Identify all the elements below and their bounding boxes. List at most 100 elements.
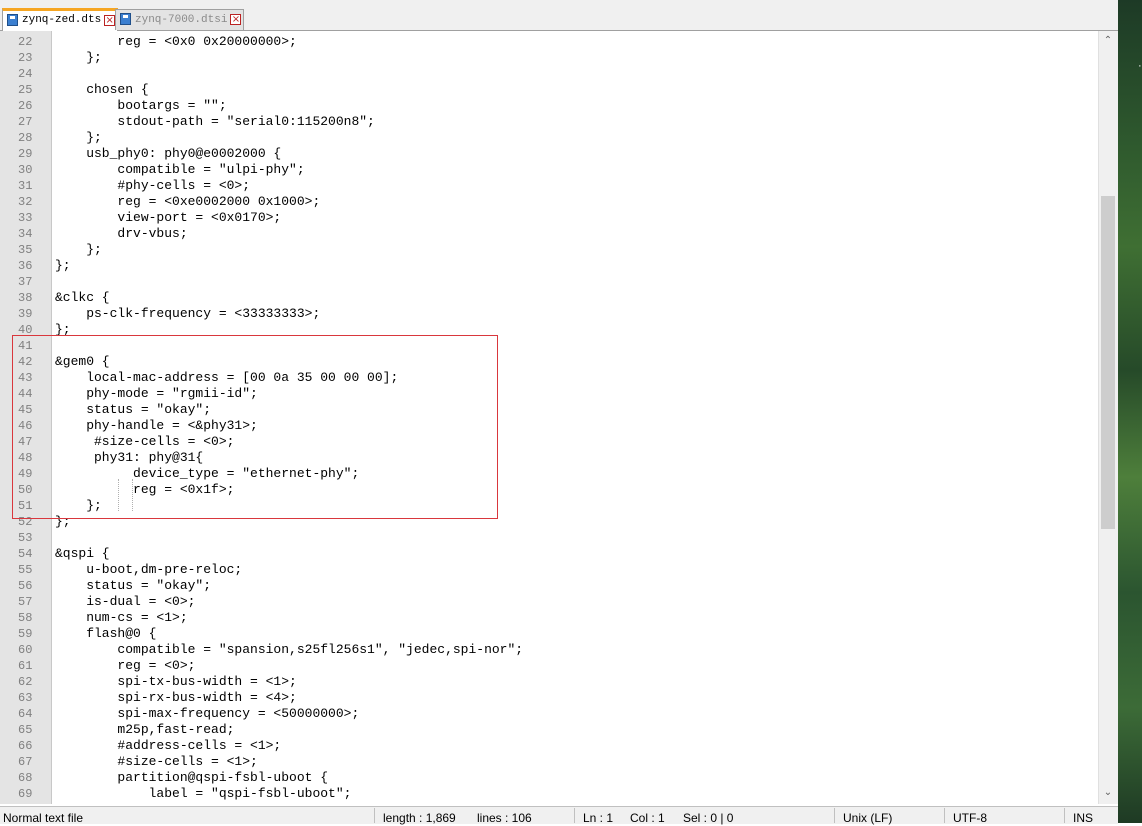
code-line[interactable]: 48 phy31: phy@31{ bbox=[0, 450, 1098, 466]
status-eol: Unix (LF) bbox=[843, 811, 893, 825]
code-line[interactable]: 30 compatible = "ulpi-phy"; bbox=[0, 162, 1098, 178]
status-mode: INS bbox=[1073, 811, 1094, 825]
line-number: 28 bbox=[18, 131, 33, 145]
code-line[interactable]: 31 #phy-cells = <0>; bbox=[0, 178, 1098, 194]
tab-zynq-zed[interactable]: zynq-zed.dts × bbox=[2, 8, 119, 31]
code-line[interactable]: 60 compatible = "spansion,s25fl256s1", "… bbox=[0, 642, 1098, 658]
code-line[interactable]: 26 bootargs = ""; bbox=[0, 98, 1098, 114]
code-line[interactable]: 68 partition@qspi-fsbl-uboot { bbox=[0, 770, 1098, 786]
code-line[interactable]: 42 &gem0 { bbox=[0, 354, 1098, 370]
code-line[interactable]: 55 u-boot,dm-pre-reloc; bbox=[0, 562, 1098, 578]
code-line[interactable]: 38 &clkc { bbox=[0, 290, 1098, 306]
code-line[interactable]: 50 reg = <0x1f>; bbox=[0, 482, 1098, 498]
line-text: #address-cells = <1>; bbox=[55, 738, 282, 753]
tab-label: zynq-7000.dtsi bbox=[135, 14, 228, 26]
code-line[interactable]: 22 reg = <0x0 0x20000000>; bbox=[0, 34, 1098, 50]
code-line[interactable]: 23 }; bbox=[0, 50, 1098, 66]
code-line[interactable]: 54 &qspi { bbox=[0, 546, 1098, 562]
code-line[interactable]: 59 flash@0 { bbox=[0, 626, 1098, 642]
line-number: 34 bbox=[18, 227, 33, 241]
line-number: 55 bbox=[18, 563, 33, 577]
code-line[interactable]: 69 label = "qspi-fsbl-uboot"; bbox=[0, 786, 1098, 802]
line-number: 65 bbox=[18, 723, 33, 737]
line-text: drv-vbus; bbox=[55, 226, 188, 241]
code-line[interactable]: 57 is-dual = <0>; bbox=[0, 594, 1098, 610]
line-number: 39 bbox=[18, 307, 33, 321]
code-line[interactable]: 33 view-port = <0x0170>; bbox=[0, 210, 1098, 226]
code-line[interactable]: 39 ps-clk-frequency = <33333333>; bbox=[0, 306, 1098, 322]
code-line[interactable]: 53 bbox=[0, 530, 1098, 546]
code-line[interactable]: 43 local-mac-address = [00 0a 35 00 00 0… bbox=[0, 370, 1098, 386]
code-line[interactable]: 49 device_type = "ethernet-phy"; bbox=[0, 466, 1098, 482]
code-line[interactable]: 47 #size-cells = <0>; bbox=[0, 434, 1098, 450]
code-line[interactable]: 24 bbox=[0, 66, 1098, 82]
line-text: phy-handle = <&phy31>; bbox=[55, 418, 258, 433]
close-icon[interactable]: × bbox=[230, 14, 242, 25]
code-line[interactable]: 58 num-cs = <1>; bbox=[0, 610, 1098, 626]
line-text: view-port = <0x0170>; bbox=[55, 210, 282, 225]
line-number: 23 bbox=[18, 51, 33, 65]
code-line[interactable]: 25 chosen { bbox=[0, 82, 1098, 98]
code-line[interactable]: 56 status = "okay"; bbox=[0, 578, 1098, 594]
code-line[interactable]: 34 drv-vbus; bbox=[0, 226, 1098, 242]
code-line[interactable]: 66 #address-cells = <1>; bbox=[0, 738, 1098, 754]
code-line[interactable]: 64 spi-max-frequency = <50000000>; bbox=[0, 706, 1098, 722]
line-number: 40 bbox=[18, 323, 33, 337]
line-number: 56 bbox=[18, 579, 33, 593]
code-line[interactable]: 36}; bbox=[0, 258, 1098, 274]
code-editor[interactable]: 22 reg = <0x0 0x20000000>; 23 }; 24 25 chos… bbox=[0, 31, 1098, 804]
line-number: 38 bbox=[18, 291, 33, 305]
code-line[interactable]: 35 }; bbox=[0, 242, 1098, 258]
status-divider bbox=[834, 808, 835, 823]
code-line[interactable]: 62 spi-tx-bus-width = <1>; bbox=[0, 674, 1098, 690]
line-number: 30 bbox=[18, 163, 33, 177]
line-number: 62 bbox=[18, 675, 33, 689]
line-number: 36 bbox=[18, 259, 33, 273]
line-text: label = "qspi-fsbl-uboot"; bbox=[55, 786, 352, 801]
code-line[interactable]: 61 reg = <0>; bbox=[0, 658, 1098, 674]
scrollbar-thumb[interactable] bbox=[1101, 196, 1115, 529]
line-number: 46 bbox=[18, 419, 33, 433]
line-number: 41 bbox=[18, 339, 33, 353]
line-text: partition@qspi-fsbl-uboot { bbox=[55, 770, 329, 785]
tab-bar: zynq-zed.dts × zynq-7000.dtsi × bbox=[0, 6, 1118, 31]
line-text: bootargs = ""; bbox=[55, 98, 227, 113]
vertical-scrollbar[interactable]: ⌃ ⌄ bbox=[1098, 31, 1118, 804]
line-number: 49 bbox=[18, 467, 33, 481]
code-line[interactable]: 46 phy-handle = <&phy31>; bbox=[0, 418, 1098, 434]
line-number: 63 bbox=[18, 691, 33, 705]
code-line[interactable]: 65 m25p,fast-read; bbox=[0, 722, 1098, 738]
close-icon[interactable]: × bbox=[104, 15, 116, 26]
code-line[interactable]: 29 usb_phy0: phy0@e0002000 { bbox=[0, 146, 1098, 162]
scroll-up-icon[interactable]: ⌃ bbox=[1102, 35, 1114, 49]
code-line[interactable]: 27 stdout-path = "serial0:115200n8"; bbox=[0, 114, 1098, 130]
line-number: 48 bbox=[18, 451, 33, 465]
code-line[interactable]: 52}; bbox=[0, 514, 1098, 530]
scroll-down-icon[interactable]: ⌄ bbox=[1102, 787, 1114, 801]
line-text: }; bbox=[55, 130, 102, 145]
line-text: num-cs = <1>; bbox=[55, 610, 188, 625]
code-line[interactable]: 51 }; bbox=[0, 498, 1098, 514]
line-number: 26 bbox=[18, 99, 33, 113]
code-line[interactable]: 67 #size-cells = <1>; bbox=[0, 754, 1098, 770]
code-line[interactable]: 63 spi-rx-bus-width = <4>; bbox=[0, 690, 1098, 706]
line-text: }; bbox=[55, 498, 102, 513]
file-icon bbox=[7, 14, 18, 26]
line-text: phy31: phy@31{ bbox=[55, 450, 204, 465]
code-line[interactable]: 40}; bbox=[0, 322, 1098, 338]
line-text: #size-cells = <0>; bbox=[55, 434, 235, 449]
tab-zynq-7000[interactable]: zynq-7000.dtsi × bbox=[115, 9, 245, 30]
line-number: 64 bbox=[18, 707, 33, 721]
status-lines: lines : 106 bbox=[477, 811, 532, 825]
code-line[interactable]: 37 bbox=[0, 274, 1098, 290]
line-text: ps-clk-frequency = <33333333>; bbox=[55, 306, 321, 321]
code-line[interactable]: 28 }; bbox=[0, 130, 1098, 146]
line-text: m25p,fast-read; bbox=[55, 722, 235, 737]
code-line[interactable]: 44 phy-mode = "rgmii-id"; bbox=[0, 386, 1098, 402]
status-col: Col : 1 bbox=[630, 811, 665, 825]
code-line[interactable]: 32 reg = <0xe0002000 0x1000>; bbox=[0, 194, 1098, 210]
code-line[interactable]: 41 bbox=[0, 338, 1098, 354]
line-text: reg = <0xe0002000 0x1000>; bbox=[55, 194, 321, 209]
code-line[interactable]: 45 status = "okay"; bbox=[0, 402, 1098, 418]
line-text: flash@0 { bbox=[55, 626, 157, 641]
